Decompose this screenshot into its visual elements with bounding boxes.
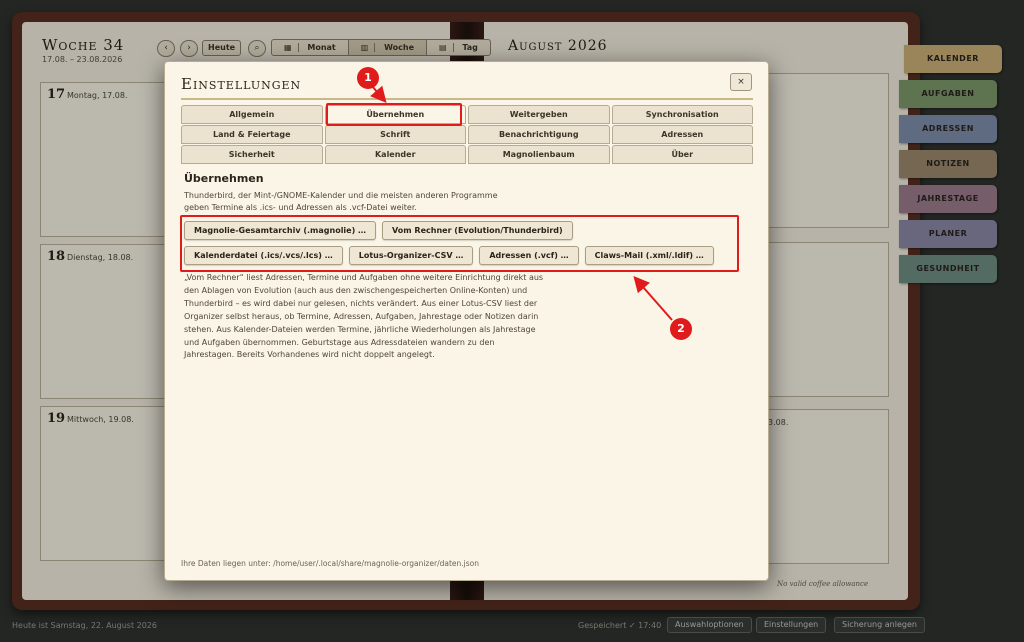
arrow-2 xyxy=(633,275,673,321)
arrow-1 xyxy=(370,85,387,104)
annotation-arrows xyxy=(370,85,673,321)
